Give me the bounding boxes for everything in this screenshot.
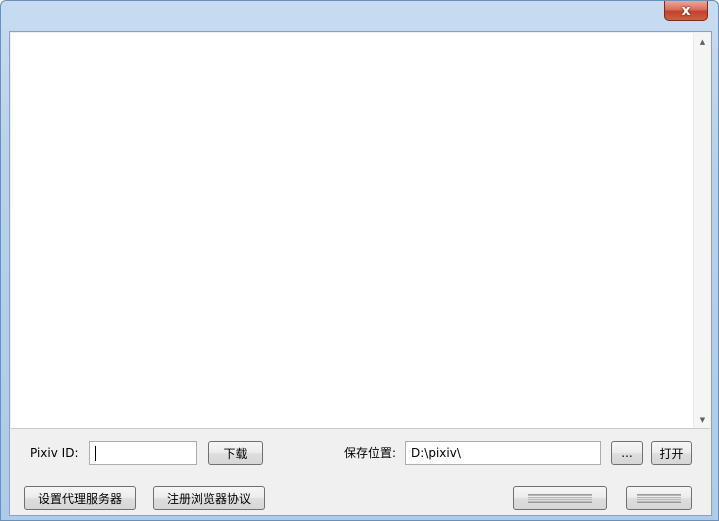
scroll-down-arrow-icon[interactable]: ▼ (694, 411, 711, 428)
placeholder-lines-icon (636, 493, 682, 503)
unlabeled-button-2[interactable] (626, 486, 692, 510)
save-path-input[interactable]: D:\pixiv\ (405, 441, 601, 465)
text-caret (95, 446, 96, 461)
save-location-label: 保存位置: (344, 446, 397, 460)
set-proxy-button[interactable]: 设置代理服务器 (24, 486, 136, 510)
download-button[interactable]: 下载 (208, 441, 263, 465)
browse-button[interactable]: ... (611, 441, 643, 465)
close-button[interactable]: x (664, 1, 708, 21)
vertical-scrollbar[interactable]: ▲ ▼ (693, 33, 710, 428)
pixiv-id-label: Pixiv ID: (30, 446, 79, 460)
close-icon: x (681, 2, 691, 19)
title-bar[interactable]: x (1, 1, 718, 31)
open-folder-button[interactable]: 打开 (651, 441, 692, 465)
register-browser-protocol-button[interactable]: 注册浏览器协议 (153, 486, 265, 510)
log-output-box[interactable]: ▲ ▼ (11, 33, 710, 429)
placeholder-lines-icon (527, 493, 593, 503)
client-area: ▲ ▼ Pixiv ID: 下载 保存位置: D:\pixiv\ ... 打开 … (9, 31, 712, 516)
scroll-up-arrow-icon[interactable]: ▲ (694, 33, 711, 50)
unlabeled-button-1[interactable] (513, 486, 607, 510)
main-window: x ▲ ▼ Pixiv ID: 下载 保存位置: D:\pixiv\ ... 打… (0, 0, 719, 521)
pixiv-id-input[interactable] (89, 441, 197, 465)
